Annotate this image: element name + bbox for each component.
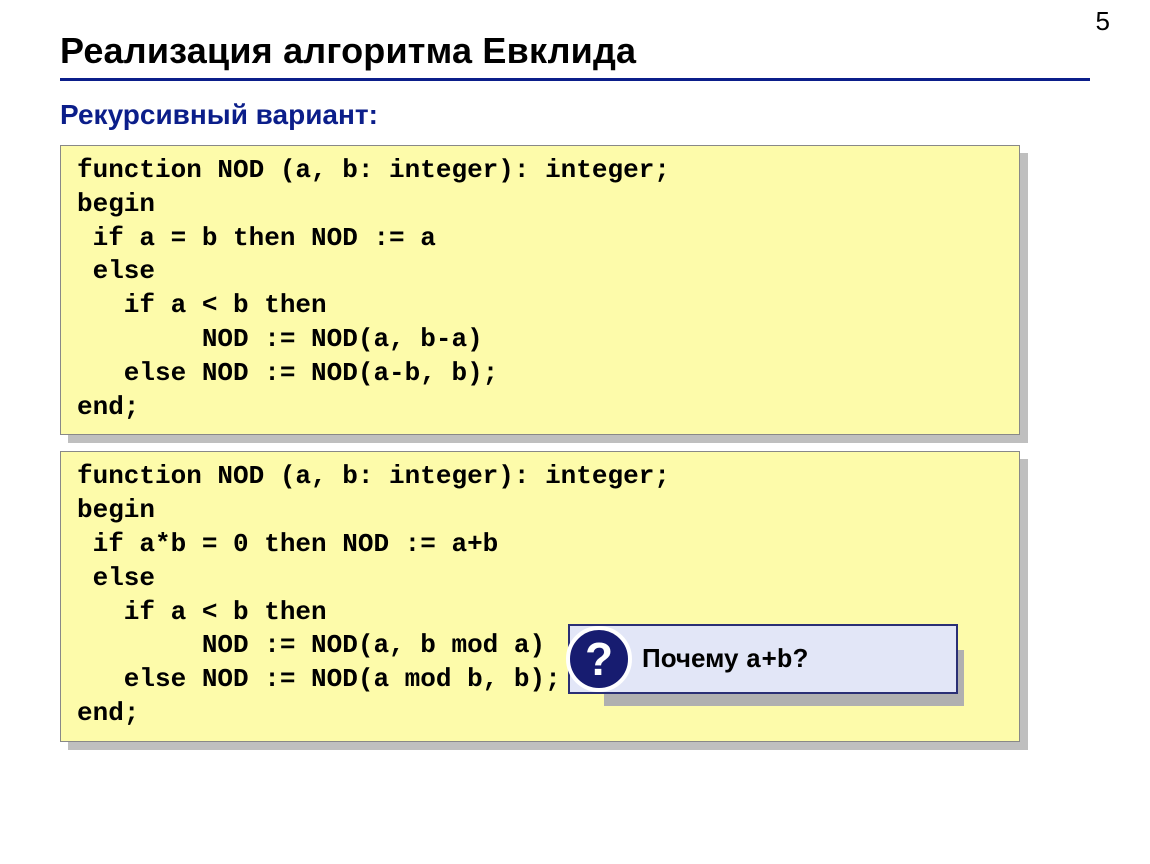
callout-container: ? Почему a+b?	[568, 624, 958, 694]
slide-page: 5 Реализация алгоритма Евклида Рекурсивн…	[0, 0, 1150, 864]
slide-title: Реализация алгоритма Евклида	[60, 30, 1090, 72]
callout-text: Почему a+b?	[642, 643, 808, 675]
page-number: 5	[1096, 6, 1110, 37]
callout-box: ? Почему a+b?	[568, 624, 958, 694]
callout-code-inline: a+b	[746, 645, 793, 675]
callout-text-prefix: Почему	[642, 643, 746, 673]
slide-subtitle: Рекурсивный вариант:	[60, 99, 1090, 131]
question-mark-icon: ?	[566, 626, 632, 692]
code-text-1: function NOD (a, b: integer): integer; b…	[77, 154, 1003, 424]
callout-text-suffix: ?	[793, 643, 809, 673]
code-block-1: function NOD (a, b: integer): integer; b…	[60, 145, 1020, 435]
title-rule	[60, 78, 1090, 81]
code-block-1-container: function NOD (a, b: integer): integer; b…	[60, 145, 1020, 435]
